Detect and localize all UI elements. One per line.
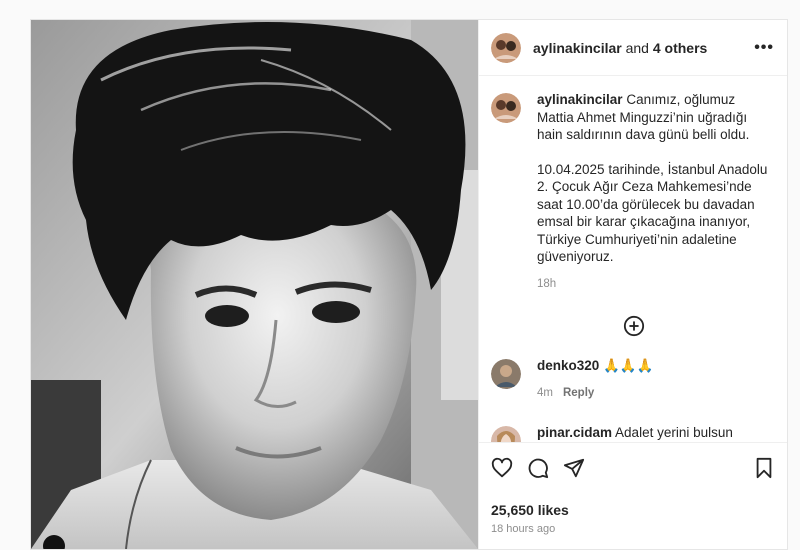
comment-item: denko320 🙏🙏🙏 4m Reply [479, 357, 787, 402]
post-container: aylinakincilar and 4 others ••• aylinaki… [30, 19, 788, 550]
post-image[interactable] [31, 20, 478, 549]
comment-time: 4m [537, 386, 553, 399]
comment-text: 🙏🙏🙏 [603, 358, 654, 373]
post-side-panel: aylinakincilar and 4 others ••• aylinaki… [478, 20, 787, 549]
comment-username[interactable]: denko320 [537, 358, 599, 373]
caption-meta: 18h [537, 276, 774, 294]
header-authors: aylinakincilar and 4 others [533, 40, 754, 56]
heart-icon[interactable] [491, 457, 513, 479]
commenter-avatar[interactable] [491, 359, 521, 389]
caption-text: aylinakincilar Canımız, oğlumuz Mattia A… [537, 91, 774, 266]
caption-paragraph-2: 10.04.2025 tarihinde, İstanbul Anadolu 2… [537, 161, 768, 265]
post-header: aylinakincilar and 4 others ••• [479, 20, 787, 76]
likes-count[interactable]: 25,650 likes [491, 502, 787, 518]
load-more-icon[interactable] [623, 315, 645, 337]
comment-item: pinar.cidam Adalet yerini bulsun [479, 424, 787, 442]
more-options-icon[interactable]: ••• [754, 39, 774, 57]
share-icon[interactable] [563, 457, 585, 479]
caption: aylinakincilar Canımız, oğlumuz Mattia A… [479, 91, 787, 293]
comment-meta: 4m Reply [537, 385, 653, 403]
author-avatar[interactable] [491, 32, 521, 63]
header-username[interactable]: aylinakincilar [533, 40, 622, 56]
action-icons [479, 443, 787, 479]
load-more-row [479, 315, 787, 337]
comments-area: aylinakincilar Canımız, oğlumuz Mattia A… [479, 77, 787, 442]
post-time: 18 hours ago [491, 523, 556, 535]
caption-time: 18h [537, 277, 557, 290]
comment-text: Adalet yerini bulsun [615, 425, 733, 440]
comment-content: pinar.cidam Adalet yerini bulsun [537, 424, 733, 442]
caption-username[interactable]: aylinakincilar [537, 92, 623, 107]
caption-avatar[interactable] [491, 93, 521, 123]
action-bar: 25,650 likes 18 hours ago [479, 442, 787, 549]
portrait-photo [31, 20, 478, 549]
bookmark-icon[interactable] [754, 457, 774, 479]
comment-icon[interactable] [527, 457, 549, 479]
header-connector: and [621, 39, 653, 56]
caption-content: aylinakincilar Canımız, oğlumuz Mattia A… [537, 91, 774, 293]
commenter-avatar[interactable] [491, 426, 521, 442]
header-others[interactable]: 4 others [653, 40, 707, 56]
reply-button[interactable]: Reply [563, 387, 594, 399]
comment-content: denko320 🙏🙏🙏 4m Reply [537, 357, 653, 402]
comment-username[interactable]: pinar.cidam [537, 425, 612, 440]
